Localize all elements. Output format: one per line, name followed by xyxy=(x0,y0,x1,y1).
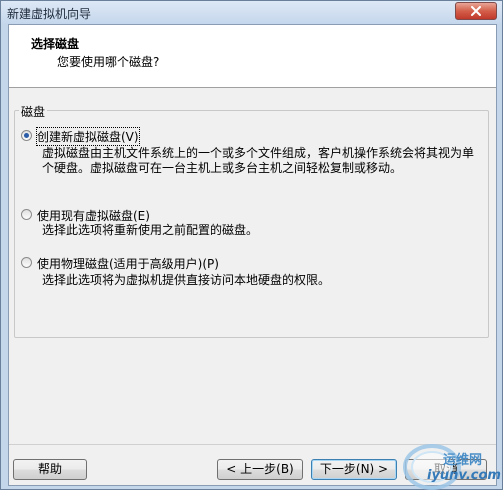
radio-use-existing-disk[interactable] xyxy=(21,209,32,220)
option-create-new-disk-label[interactable]: 创建新虚拟磁盘(V) xyxy=(36,127,140,146)
wizard-client-area: 选择磁盘 您要使用哪个磁盘? 磁盘 创建新虚拟磁盘(V) 虚拟磁盘由主机文件系统… xyxy=(8,24,497,486)
option-create-new-disk-description: 虚拟磁盘由主机文件系统上的一个或多个文件组成，客户机操作系统会将其视为单个硬盘。… xyxy=(42,146,475,175)
disk-group-label: 磁盘 xyxy=(19,103,48,120)
option-use-physical-disk-description: 选择此选项将为虚拟机提供直接访问本地硬盘的权限。 xyxy=(42,273,331,287)
radio-create-new-disk[interactable] xyxy=(21,130,32,141)
help-button[interactable]: 帮助 xyxy=(13,459,87,480)
option-use-physical-disk-label[interactable]: 使用物理磁盘(适用于高级用户)(P) xyxy=(37,255,219,272)
wizard-header: 选择磁盘 您要使用哪个磁盘? xyxy=(9,25,496,88)
window-title: 新建虚拟机向导 xyxy=(7,7,92,21)
close-button[interactable] xyxy=(455,2,497,20)
page-title: 选择磁盘 xyxy=(31,37,80,51)
watermark-text-bottom: iyunv.com xyxy=(427,468,501,483)
option-use-existing-disk-description: 选择此选项将重新使用之前配置的磁盘。 xyxy=(42,223,259,237)
watermark-text-top: 运维网 xyxy=(443,453,483,468)
wizard-window: 新建虚拟机向导 选择磁盘 您要使用哪个磁盘? 磁盘 创建新虚拟磁盘(V) 虚拟磁… xyxy=(0,0,503,490)
back-button[interactable]: < 上一步(B) xyxy=(217,459,303,480)
close-icon xyxy=(471,6,481,16)
page-subtitle: 您要使用哪个磁盘? xyxy=(57,55,160,69)
title-bar[interactable]: 新建虚拟机向导 xyxy=(1,1,502,24)
option-use-existing-disk-label[interactable]: 使用现有虚拟磁盘(E) xyxy=(37,207,150,224)
radio-use-physical-disk[interactable] xyxy=(21,257,32,268)
next-button[interactable]: 下一步(N) > xyxy=(311,459,397,480)
